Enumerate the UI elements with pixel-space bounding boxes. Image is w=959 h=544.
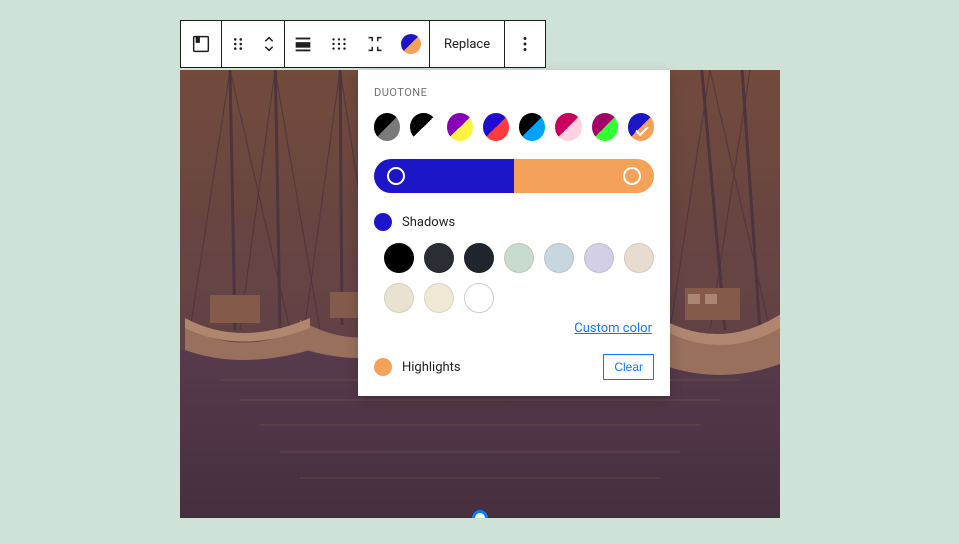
color-swatch[interactable]: [464, 243, 494, 273]
duotone-preset[interactable]: [410, 113, 436, 141]
replace-button[interactable]: Replace: [430, 21, 504, 67]
duotone-gradient-bar[interactable]: [374, 159, 654, 193]
shadows-swatch: [374, 213, 392, 231]
duotone-popover: Duotone Shadows Custom color Highlights …: [358, 70, 670, 396]
color-swatch[interactable]: [424, 283, 454, 313]
highlights-swatch: [374, 358, 392, 376]
aspect-ratio-button[interactable]: [321, 21, 357, 67]
block-toolbar: Replace: [180, 20, 546, 68]
color-swatch[interactable]: [504, 243, 534, 273]
move-up-down-button[interactable]: [254, 21, 284, 67]
more-options-button[interactable]: [505, 21, 545, 67]
shadows-section: Shadows: [374, 213, 654, 231]
duotone-preset[interactable]: [592, 113, 618, 141]
duotone-preset[interactable]: [519, 113, 545, 141]
color-swatch[interactable]: [464, 283, 494, 313]
color-swatch[interactable]: [384, 243, 414, 273]
drag-handle[interactable]: [222, 21, 254, 67]
highlights-label: Highlights: [402, 360, 461, 375]
color-swatch[interactable]: [424, 243, 454, 273]
color-swatch[interactable]: [584, 243, 614, 273]
duotone-button[interactable]: [393, 21, 429, 67]
clear-button[interactable]: Clear: [603, 354, 654, 380]
gradient-handle-highlight[interactable]: [623, 167, 641, 185]
color-swatch[interactable]: [624, 243, 654, 273]
gradient-handle-shadow[interactable]: [387, 167, 405, 185]
color-palette: [374, 243, 654, 313]
color-swatch[interactable]: [384, 283, 414, 313]
duotone-preset[interactable]: [483, 113, 509, 141]
custom-color-link[interactable]: Custom color: [374, 321, 652, 336]
duotone-preset[interactable]: [555, 113, 581, 141]
duotone-preset[interactable]: [628, 113, 654, 141]
block-type-button[interactable]: [181, 21, 221, 67]
duotone-icon: [401, 34, 421, 54]
duotone-presets: [374, 113, 654, 141]
highlights-section: Highlights: [374, 358, 461, 376]
color-swatch[interactable]: [544, 243, 574, 273]
popover-title: Duotone: [374, 86, 654, 99]
duotone-preset[interactable]: [374, 113, 400, 141]
duotone-preset[interactable]: [447, 113, 473, 141]
align-button[interactable]: [285, 21, 321, 67]
crop-button[interactable]: [357, 21, 393, 67]
shadows-label: Shadows: [402, 215, 455, 230]
replace-label: Replace: [444, 37, 490, 52]
